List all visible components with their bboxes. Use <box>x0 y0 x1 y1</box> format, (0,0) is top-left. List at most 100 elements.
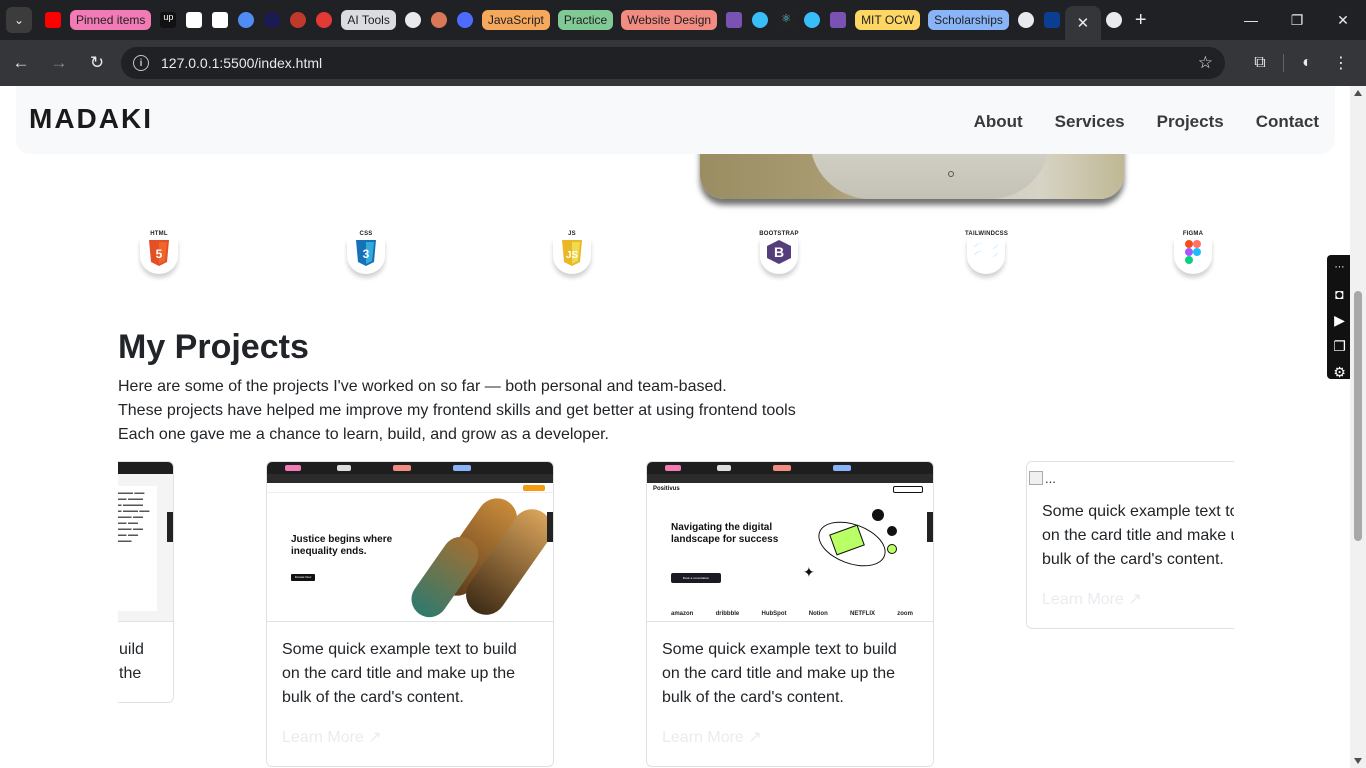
skill-tailwind: TAILWINDCSS <box>965 230 1008 274</box>
projects-carousel: ▬▬ ▬ ▬▬ ▬ ▬ ▬▬ ▬▬ ▬ ▬ ▬▬ ▬ ▬ ▬ ▬▬ ▬▬ ▬ ▬▬ ▬▬ ▬▬ … <box>118 461 1234 768</box>
projects-description-line: Here are some of the projects I've worke… <box>118 378 727 395</box>
screenshot-side-panel <box>167 512 173 542</box>
svg-text:JS: JS <box>566 250 579 261</box>
skill-html: HTML 5 <box>138 230 180 274</box>
project-card-text: uild the <box>119 641 144 682</box>
video-icon[interactable]: ▶ <box>1334 311 1345 329</box>
browser-menu-icon[interactable]: ⋮ <box>1324 46 1358 80</box>
screenshot-brand: Positivus <box>653 486 680 492</box>
scroll-up-arrow-icon[interactable] <box>1354 90 1362 96</box>
claude-icon[interactable] <box>430 12 447 28</box>
skill-label: HTML <box>150 231 168 237</box>
nav-link-contact[interactable]: Contact <box>1256 112 1319 132</box>
project-card-text: Some quick example text to build on the … <box>282 641 517 706</box>
nav-menu: About Services Projects Contact <box>974 112 1319 132</box>
youtube-icon[interactable] <box>45 12 61 28</box>
project-screenshot[interactable]: Positivus Navigating the digital landsca… <box>647 462 933 622</box>
minimize-button[interactable]: — <box>1228 0 1274 40</box>
tab-group-javascript[interactable]: JavaScript <box>481 10 550 30</box>
project-card: Justice begins where inequality ends. Do… <box>266 461 554 767</box>
bootstrap-tab-icon[interactable] <box>726 12 743 28</box>
screenshot-consult-button: Book a consultation <box>671 573 721 583</box>
scrollbar-thumb[interactable] <box>1354 291 1362 541</box>
deepseek-icon[interactable] <box>456 12 473 28</box>
screenshot-headline: Navigating the digital landscape for suc… <box>671 522 779 545</box>
figma-icon <box>1174 238 1212 274</box>
target-icon[interactable] <box>316 12 333 28</box>
google-tab-icon[interactable] <box>1017 12 1034 28</box>
screenshot-quote-button <box>893 486 923 493</box>
camera-icon[interactable]: ◘ <box>1335 285 1343 303</box>
notion-icon[interactable] <box>186 12 203 28</box>
tab-group-ai-tools[interactable]: AI Tools <box>341 10 396 30</box>
github-tab-icon[interactable] <box>1105 12 1122 28</box>
project-screenshot[interactable]: Justice begins where inequality ends. Do… <box>267 462 553 622</box>
back-button[interactable]: ← <box>4 46 38 80</box>
nav-link-about[interactable]: About <box>974 112 1023 132</box>
project-card-body: Some quick example text to build on the … <box>1027 490 1234 628</box>
bot-icon[interactable] <box>238 12 255 28</box>
project-card: Positivus Navigating the digital landsca… <box>646 461 934 767</box>
skill-label: BOOTSTRAP <box>759 231 799 237</box>
site-info-icon[interactable]: i <box>133 55 149 71</box>
scroll-down-arrow-icon[interactable] <box>1354 758 1362 764</box>
reload-button[interactable]: ↻ <box>80 46 114 80</box>
bootstrap-icon: B <box>760 238 798 274</box>
screenshot-browser-bar <box>118 462 173 474</box>
js-icon: JS <box>553 238 591 274</box>
tailwind-tab-icon[interactable] <box>752 12 769 28</box>
react-tab-icon[interactable]: ⚛ <box>778 12 795 28</box>
bookmark-star-icon[interactable]: ☆ <box>1198 53 1213 73</box>
new-tab-button[interactable]: + <box>1135 9 1147 32</box>
active-tab-close-button[interactable]: ✕ <box>1064 6 1101 40</box>
maximize-button[interactable]: ❐ <box>1274 0 1320 40</box>
openai-icon[interactable] <box>404 12 421 28</box>
window-controls: — ❐ ✕ <box>1228 0 1366 40</box>
projects-description-line: Each one gave me a chance to learn, buil… <box>118 426 609 443</box>
screen-capture-extension-panel: ⋯ ◘ ▶ ❐ ⚙ <box>1327 255 1352 381</box>
learn-more-link[interactable]: Learn More ↗ <box>662 726 918 750</box>
nav-link-projects[interactable]: Projects <box>1157 112 1224 132</box>
tailwind-tab-icon-2[interactable] <box>804 12 821 28</box>
notion-alt-icon[interactable] <box>212 12 229 28</box>
upwork-icon[interactable]: up <box>160 12 177 28</box>
extensions-icon[interactable]: ⧉ <box>1243 46 1277 80</box>
screenshot-donate-button: Donate Now <box>291 574 315 581</box>
page-scrollbar[interactable] <box>1350 86 1366 768</box>
learn-more-link[interactable]: Learn More ↗ <box>282 726 538 750</box>
pin-icon[interactable]: ⋯ <box>1335 259 1345 277</box>
project-screenshot[interactable]: ▬▬ ▬ ▬▬ ▬ ▬ ▬▬ ▬▬ ▬ ▬ ▬▬ ▬ ▬ ▬ ▬▬ ▬▬ ▬ ▬▬ ▬▬ ▬▬ … <box>118 462 173 622</box>
skill-bootstrap: BOOTSTRAP B <box>758 230 800 274</box>
logo-zoom: zoom <box>897 611 913 617</box>
screenshot-hero-image <box>404 490 553 621</box>
circle-icon[interactable] <box>264 12 281 28</box>
tab-group-pinned-items[interactable]: Pinned items <box>70 10 152 30</box>
tab-group-scholarships[interactable]: Scholarships <box>928 10 1009 30</box>
screenshot-side-panel <box>547 512 553 542</box>
logo-notion: Notion <box>808 611 828 617</box>
tab-search-button[interactable]: ⌄ <box>6 7 32 33</box>
project-card-body: Some quick example text to build on the … <box>647 622 933 766</box>
profile-avatar[interactable]: ◐ <box>1290 46 1324 80</box>
tab-group-mit-ocw[interactable]: MIT OCW <box>855 10 921 30</box>
address-bar[interactable]: i 127.0.0.1:5500/index.html ☆ <box>121 47 1225 79</box>
close-window-button[interactable]: ✕ <box>1320 0 1366 40</box>
tab-strip: Pinned items up AI Tools JavaScript Prac… <box>40 0 1147 40</box>
bootstrap-tab-icon-2[interactable] <box>830 12 847 28</box>
red-spiral-icon[interactable] <box>290 12 307 28</box>
tab-group-practice[interactable]: Practice <box>557 10 614 30</box>
window-capture-icon[interactable]: ❐ <box>1333 337 1346 355</box>
learn-more-link[interactable]: Learn More ↗ <box>1042 588 1234 612</box>
bcit-tab-icon[interactable] <box>1043 12 1060 28</box>
nav-link-services[interactable]: Services <box>1055 112 1125 132</box>
forward-button[interactable]: → <box>42 46 76 80</box>
url-text[interactable]: 127.0.0.1:5500/index.html <box>161 55 322 71</box>
tab-group-website-design[interactable]: Website Design <box>621 10 718 30</box>
logo-netflix: NETFLIX <box>850 611 876 617</box>
logo-dribbble: dribbble <box>715 611 740 617</box>
site-navbar: MADAKI About Services Projects Contact <box>16 86 1335 154</box>
toolbar-right: ⧉ ◐ ⋮ <box>1243 46 1358 80</box>
skills-row: HTML 5 CSS 3 JS JS BOOTSTRAP B TAILWINDC… <box>138 230 1228 276</box>
site-brand[interactable]: MADAKI <box>29 103 153 135</box>
settings-gear-icon[interactable]: ⚙ <box>1333 363 1346 381</box>
